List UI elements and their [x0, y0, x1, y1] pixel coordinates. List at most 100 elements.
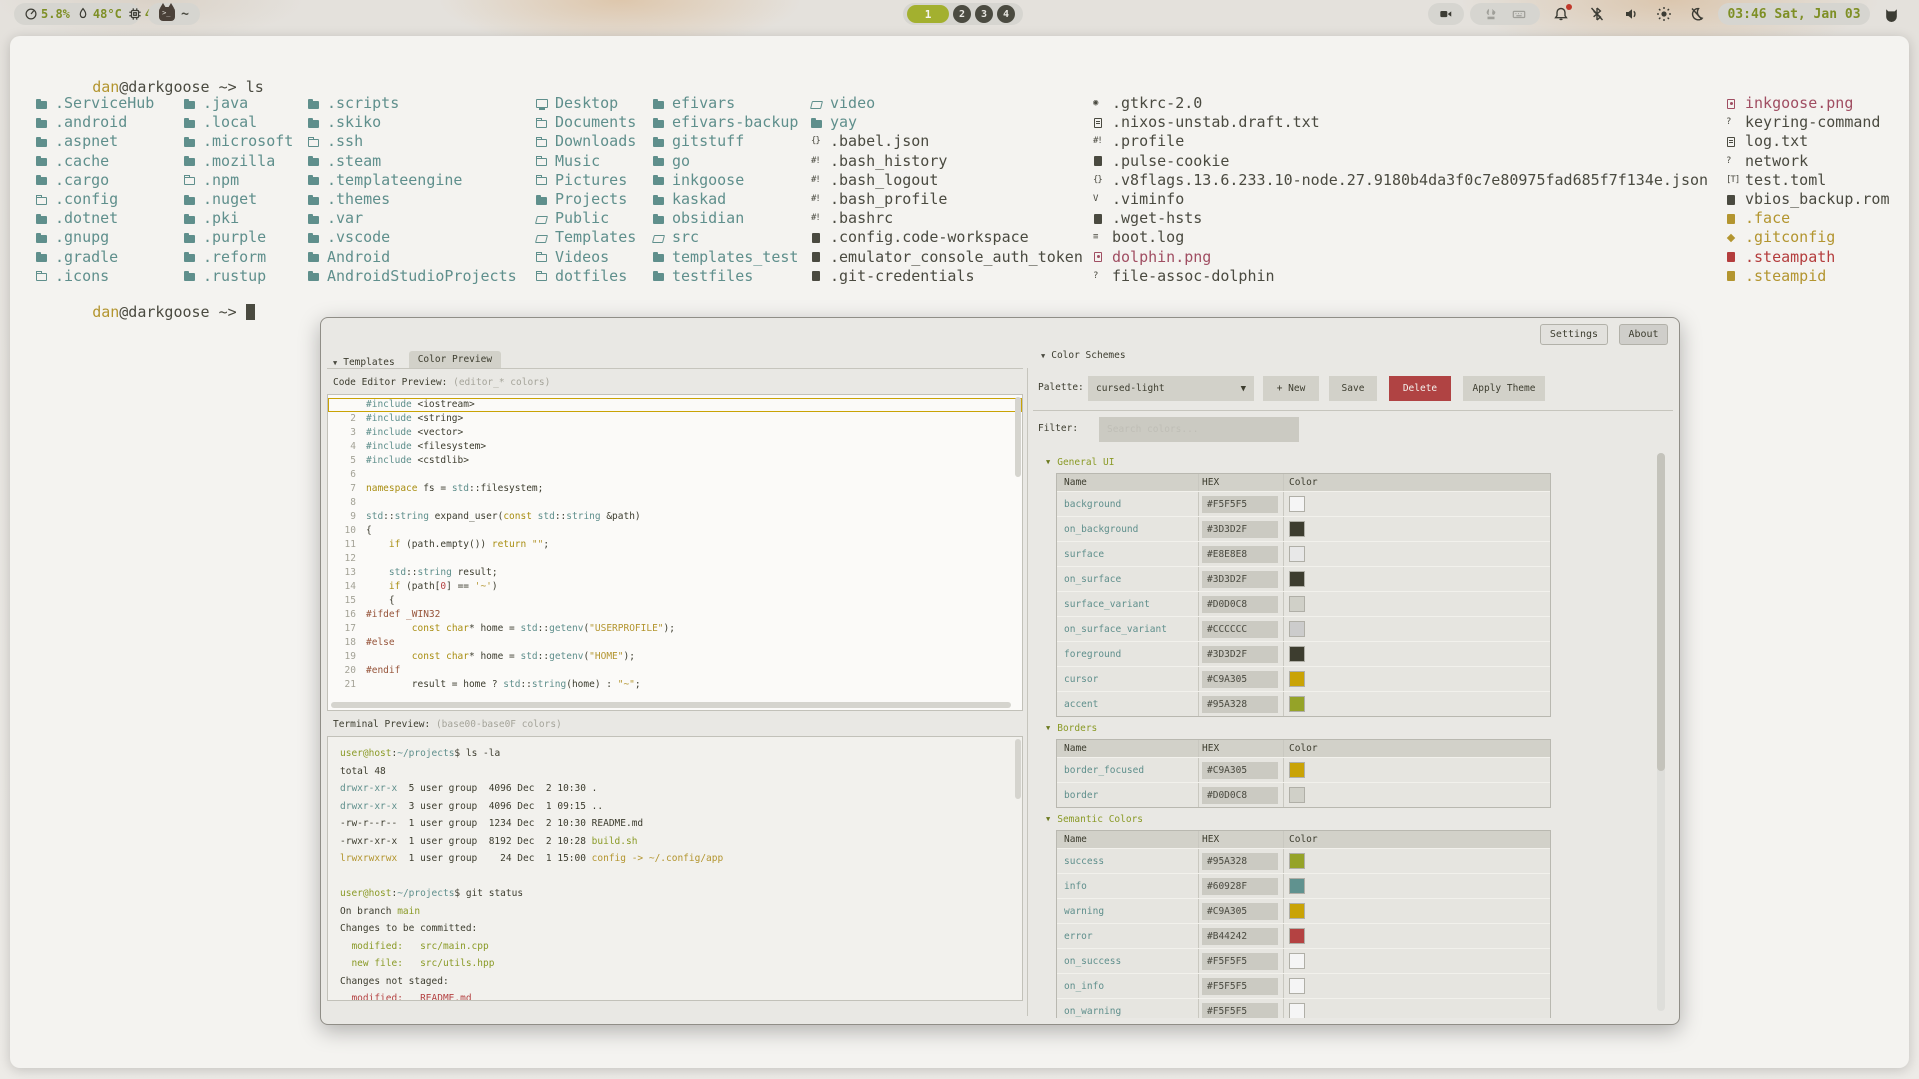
- color-row[interactable]: success#95A328: [1057, 848, 1550, 873]
- hex-value-field[interactable]: #3D3D2F: [1202, 521, 1278, 538]
- system-stats-pill[interactable]: 5.8% 48°C 4.7G: [14, 3, 140, 25]
- color-row[interactable]: foreground#3D3D2F: [1057, 641, 1550, 666]
- color-row[interactable]: on_info#F5F5F5: [1057, 973, 1550, 998]
- folder-icon: [536, 213, 549, 225]
- color-row[interactable]: background#F5F5F5: [1057, 491, 1550, 516]
- volume-button[interactable]: [1618, 3, 1644, 25]
- new-palette-button[interactable]: + New: [1263, 376, 1319, 401]
- hex-value-field[interactable]: #CCCCCC: [1202, 621, 1278, 638]
- hex-value-field[interactable]: #D0D0C8: [1202, 787, 1278, 804]
- terminal-vertical-scrollbar[interactable]: [1015, 739, 1021, 799]
- tab-color-preview[interactable]: Color Preview: [409, 351, 501, 368]
- color-swatch[interactable]: [1289, 878, 1305, 894]
- clock-pill[interactable]: 03:46 Sat, Jan 03: [1718, 3, 1870, 25]
- color-row[interactable]: surface#E8E8E8: [1057, 541, 1550, 566]
- color-swatch[interactable]: [1289, 762, 1305, 778]
- hex-value-field[interactable]: #F5F5F5: [1202, 953, 1278, 970]
- section-title[interactable]: Semantic Colors: [1033, 808, 1653, 830]
- color-swatch[interactable]: [1289, 1003, 1305, 1018]
- color-swatch[interactable]: [1289, 646, 1305, 662]
- hex-value-field[interactable]: #E8E8E8: [1202, 546, 1278, 563]
- hex-value-field[interactable]: #C9A305: [1202, 903, 1278, 920]
- delete-button[interactable]: Delete: [1389, 376, 1451, 401]
- hex-value-field[interactable]: #60928F: [1202, 878, 1278, 895]
- workspace-3[interactable]: 3: [975, 5, 993, 23]
- color-row[interactable]: on_success#F5F5F5: [1057, 948, 1550, 973]
- color-row[interactable]: on_warning#F5F5F5: [1057, 998, 1550, 1018]
- hex-value-field[interactable]: #B44242: [1202, 928, 1278, 945]
- terminal-cursor: [246, 304, 255, 320]
- color-swatch[interactable]: [1289, 903, 1305, 919]
- color-swatch[interactable]: [1289, 546, 1305, 562]
- color-swatch[interactable]: [1289, 671, 1305, 687]
- file-item: ?network: [1726, 152, 1890, 171]
- color-swatch[interactable]: [1289, 696, 1305, 712]
- hex-value-field[interactable]: #C9A305: [1202, 671, 1278, 688]
- section-title[interactable]: General UI: [1033, 451, 1653, 473]
- color-swatch[interactable]: [1289, 978, 1305, 994]
- terminal-app-badge[interactable]: >_ ~: [148, 3, 200, 25]
- color-row[interactable]: surface_variant#D0D0C8: [1057, 591, 1550, 616]
- apply-theme-button[interactable]: Apply Theme: [1463, 376, 1545, 401]
- screen-record-pill[interactable]: [1428, 3, 1464, 25]
- filter-input[interactable]: [1099, 417, 1299, 442]
- workspace-2[interactable]: 2: [953, 5, 971, 23]
- section-title[interactable]: Borders: [1033, 717, 1653, 739]
- color-row[interactable]: warning#C9A305: [1057, 898, 1550, 923]
- night-light-button[interactable]: [1684, 3, 1710, 25]
- color-row[interactable]: accent#95A328: [1057, 691, 1550, 716]
- hex-value-field[interactable]: #95A328: [1202, 853, 1278, 870]
- launcher-button[interactable]: [1878, 3, 1904, 25]
- tab-templates[interactable]: Templates: [333, 357, 395, 368]
- color-swatch[interactable]: [1289, 496, 1305, 512]
- file-item: .steampath: [1726, 248, 1890, 267]
- code-vertical-scrollbar[interactable]: [1015, 397, 1021, 477]
- color-swatch[interactable]: [1289, 787, 1305, 803]
- workspace-4[interactable]: 4: [997, 5, 1015, 23]
- color-swatch[interactable]: [1289, 953, 1305, 969]
- color-swatch[interactable]: [1289, 928, 1305, 944]
- color-row[interactable]: border_focused#C9A305: [1057, 757, 1550, 782]
- workspace-1[interactable]: 1: [907, 5, 949, 23]
- code-line: 3#include <vector>: [328, 426, 1022, 440]
- color-row[interactable]: border#D0D0C8: [1057, 782, 1550, 807]
- save-button[interactable]: Save: [1329, 376, 1377, 401]
- file-item: .pulse-cookie: [1093, 152, 1708, 171]
- color-swatch[interactable]: [1289, 853, 1305, 869]
- file-icon: ◉: [1093, 94, 1106, 113]
- bluetooth-button[interactable]: [1584, 3, 1610, 25]
- code-editor-preview[interactable]: #include <iostream>2#include <string>3#i…: [327, 394, 1023, 711]
- hex-value-field[interactable]: #F5F5F5: [1202, 496, 1278, 513]
- sections-scrollbar[interactable]: [1657, 453, 1665, 1011]
- color-swatch[interactable]: [1289, 621, 1305, 637]
- sections-scrollbar-thumb[interactable]: [1657, 453, 1665, 771]
- terminal-preview[interactable]: user@host:~/projects$ ls -latotal 48drwx…: [327, 736, 1023, 1001]
- code-horizontal-scrollbar[interactable]: [331, 702, 1011, 708]
- brightness-button[interactable]: [1651, 3, 1677, 25]
- color-swatch[interactable]: [1289, 521, 1305, 537]
- color-swatch[interactable]: [1289, 596, 1305, 612]
- disabled-tools-pill[interactable]: [1470, 3, 1540, 25]
- hex-value-field[interactable]: #F5F5F5: [1202, 978, 1278, 995]
- color-swatch[interactable]: [1289, 571, 1305, 587]
- color-row[interactable]: cursor#C9A305: [1057, 666, 1550, 691]
- palette-dropdown[interactable]: cursed-light ▼: [1088, 376, 1254, 401]
- hex-value-field[interactable]: #F5F5F5: [1202, 1003, 1278, 1019]
- color-schemes-header[interactable]: Color Schemes: [1041, 350, 1126, 361]
- notifications-button[interactable]: [1548, 3, 1574, 25]
- hex-value-field[interactable]: #3D3D2F: [1202, 571, 1278, 588]
- file-item: .steam: [308, 152, 517, 171]
- hex-value-field[interactable]: #3D3D2F: [1202, 646, 1278, 663]
- terminal-preview-hint: (base00-base0F colors): [436, 719, 562, 730]
- file-item: inkgoose.png: [1726, 94, 1890, 113]
- hex-value-field[interactable]: #D0D0C8: [1202, 596, 1278, 613]
- hex-value-field[interactable]: #95A328: [1202, 696, 1278, 713]
- hex-value-field[interactable]: #C9A305: [1202, 762, 1278, 779]
- color-row[interactable]: on_surface_variant#CCCCCC: [1057, 616, 1550, 641]
- prompt-user: dan: [92, 303, 119, 321]
- color-row[interactable]: error#B44242: [1057, 923, 1550, 948]
- prompt-line-2[interactable]: dan@darkgoose ~>: [38, 285, 255, 339]
- color-row[interactable]: info#60928F: [1057, 873, 1550, 898]
- color-row[interactable]: on_background#3D3D2F: [1057, 516, 1550, 541]
- color-row[interactable]: on_surface#3D3D2F: [1057, 566, 1550, 591]
